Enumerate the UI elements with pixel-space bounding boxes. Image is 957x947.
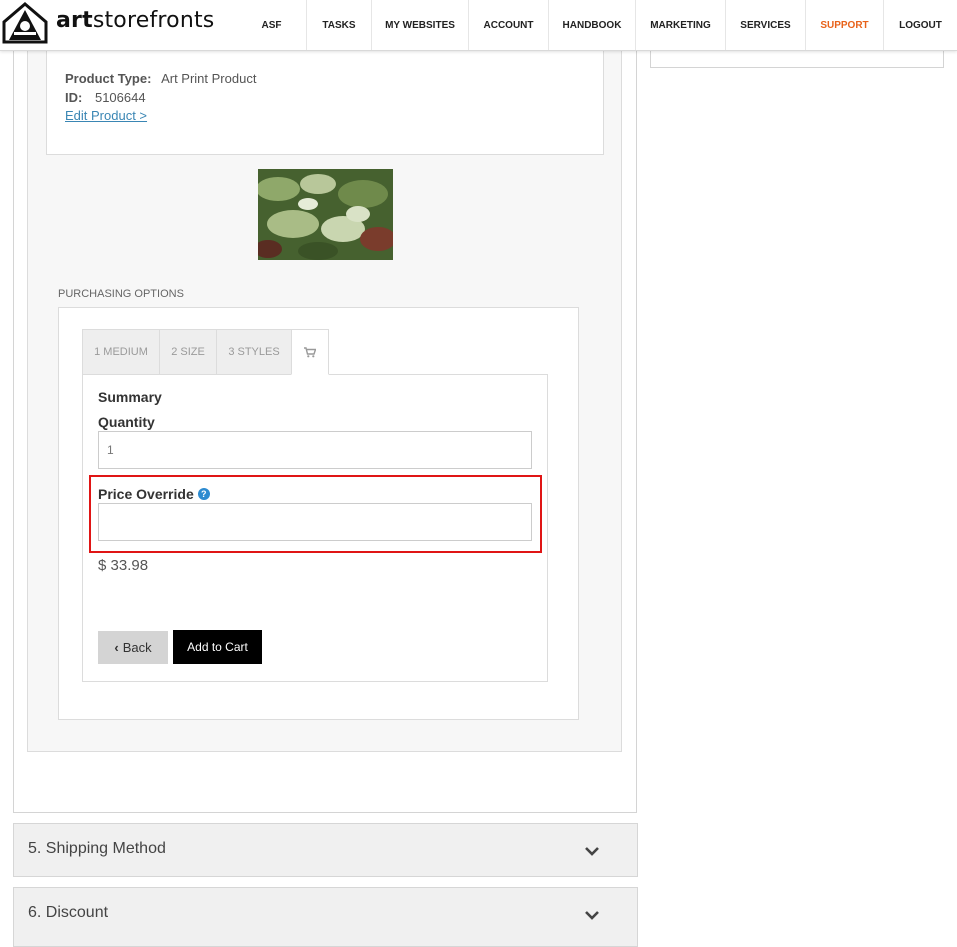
nav-item-asf[interactable]: ASF <box>237 0 306 50</box>
price-total: $ 33.98 <box>98 557 149 574</box>
order-summary-sidebar <box>650 50 944 68</box>
back-button[interactable]: ‹ Back <box>98 631 168 664</box>
tab-cart[interactable] <box>291 329 329 375</box>
nav-item-my-websites[interactable]: MY WEBSITES <box>371 0 468 50</box>
nav-item-services[interactable]: SERVICES <box>725 0 805 50</box>
question-help-icon[interactable]: ? <box>197 488 210 500</box>
accordion-discount[interactable]: 6. Discount <box>13 887 638 947</box>
tab-medium[interactable]: 1 MEDIUM <box>82 329 160 375</box>
price-override-label: Price Override <box>98 486 194 502</box>
purchase-step-tabs: 1 MEDIUM 2 SIZE 3 STYLES <box>82 329 329 375</box>
top-navigation-bar: artstorefronts ASF TASKS MY WEBSITES ACC… <box>0 0 957 51</box>
price-override-input[interactable] <box>98 503 532 541</box>
product-thumbnail-image <box>258 169 393 260</box>
chevron-down-icon <box>585 847 599 856</box>
chevron-left-icon: ‹ <box>114 640 119 655</box>
nav-item-marketing[interactable]: MARKETING <box>635 0 725 50</box>
purchasing-options-heading: PURCHASING OPTIONS <box>58 288 184 300</box>
accordion-shipping-method[interactable]: 5. Shipping Method <box>13 823 638 877</box>
main-nav: ASF TASKS MY WEBSITES ACCOUNT HANDBOOK M… <box>237 0 957 50</box>
nav-item-logout[interactable]: LOGOUT <box>883 0 957 50</box>
chevron-down-icon <box>585 911 599 920</box>
summary-heading: Summary <box>98 389 162 405</box>
add-to-cart-button[interactable]: Add to Cart <box>173 630 262 664</box>
quantity-label: Quantity <box>98 414 155 430</box>
nav-item-account[interactable]: ACCOUNT <box>468 0 548 50</box>
edit-product-link[interactable]: Edit Product > <box>65 108 147 123</box>
tab-size[interactable]: 2 SIZE <box>159 329 217 375</box>
accordion-title: 5. Shipping Method <box>28 840 166 857</box>
product-type-label: Product Type: <box>65 71 152 86</box>
product-type-row: Product Type: Art Print Product <box>65 71 256 86</box>
brand-name-rest: storefronts <box>92 8 215 33</box>
nav-item-tasks[interactable]: TASKS <box>306 0 371 50</box>
artstorefronts-logo-icon[interactable] <box>2 2 48 44</box>
brand-name-bold: art <box>56 8 93 33</box>
nav-item-handbook[interactable]: HANDBOOK <box>548 0 635 50</box>
plant-photo-icon <box>258 169 393 260</box>
accordion-title: 6. Discount <box>28 904 109 921</box>
product-id-value: 5106644 <box>94 90 146 105</box>
brand-wordmark[interactable]: artstorefronts <box>56 8 214 33</box>
price-override-label-row: Price Override ? <box>98 486 210 502</box>
tab-styles[interactable]: 3 STYLES <box>216 329 292 375</box>
product-id-label: ID: <box>65 90 83 105</box>
cart-icon <box>304 346 316 357</box>
product-id-row: ID: 5106644 <box>65 90 146 105</box>
product-type-value: Art Print Product <box>161 71 257 86</box>
quantity-input[interactable] <box>98 431 532 469</box>
nav-item-support[interactable]: SUPPORT <box>805 0 883 50</box>
back-button-label: Back <box>122 640 152 655</box>
